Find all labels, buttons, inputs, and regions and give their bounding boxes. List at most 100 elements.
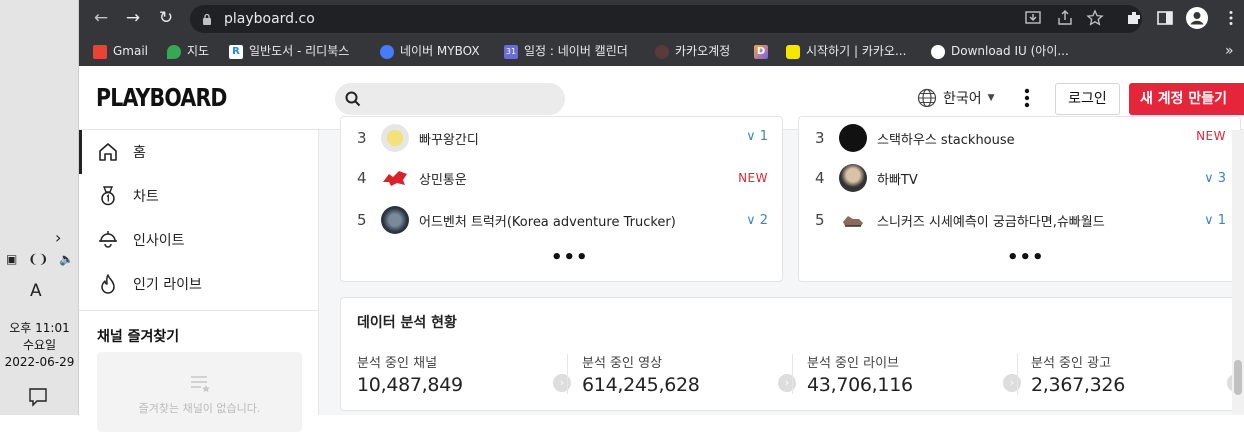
page-content: PLAYBOARD 한국어 ▼ 로그인 새 계정 만들기 홈 차트 인사이트 인… <box>79 66 1244 432</box>
channel-name: 상민통운 <box>419 172 467 188</box>
stats-card: 데이터 분석 현황 분석 중인 채널 10,487,849 › 분석 중인 영상… <box>340 297 1244 411</box>
bookmark-maps[interactable]: 지도 <box>167 37 209 66</box>
notification-icon[interactable] <box>26 386 50 408</box>
signup-button[interactable]: 새 계정 만들기 <box>1129 83 1244 115</box>
kakao-account-icon <box>655 44 669 59</box>
show-hidden-icons-chevron-icon[interactable]: › <box>55 228 61 247</box>
bookmark-kakao-start[interactable]: 시작하기 | 카카오... <box>786 37 906 66</box>
browser-menu-icon[interactable] <box>1222 9 1240 27</box>
chevron-down-icon: ∨ <box>746 213 756 228</box>
channel-name: 스니커즈 시세예측이 궁금하다면,슈빠월드 <box>877 214 1105 230</box>
ranking-card-left: 3 빠꾸왕간디 ∨ 1 4 상민통운 NEW 5 어드벤처 트럭커(Korea … <box>340 116 783 282</box>
reload-button[interactable]: ↻ <box>156 8 176 28</box>
more-button[interactable]: ••• <box>1007 247 1045 268</box>
forward-button[interactable]: → <box>123 8 143 28</box>
extensions-icon[interactable] <box>1125 9 1143 27</box>
chevron-down-icon: ∨ <box>1204 213 1214 228</box>
lock-icon <box>203 13 211 25</box>
sidebar-item-popular-live[interactable]: 인기 라이브 <box>79 262 319 306</box>
stat-divider <box>1017 354 1018 394</box>
stat-label: 분석 중인 광고 <box>1031 356 1112 371</box>
more-menu-icon[interactable] <box>1024 88 1030 108</box>
ranking-row[interactable]: 4 상민통운 <box>357 157 467 199</box>
gmail-icon <box>93 44 107 59</box>
medal-icon <box>101 186 115 206</box>
search-icon <box>345 91 361 107</box>
windows-taskbar: › ▣ ❨❩ 🔈 A 오후 11:01 수요일 2022-06-29 <box>0 0 79 415</box>
stats-title: 데이터 분석 현황 <box>357 315 457 331</box>
bookmark-download-iu[interactable]: Download IU (아이... <box>931 37 1069 66</box>
clock-weekday: 수요일 <box>22 338 57 352</box>
channel-name: 하빠TV <box>877 172 918 188</box>
profile-avatar-icon[interactable] <box>1186 7 1208 29</box>
volume-icon[interactable]: 🔈 <box>59 252 74 266</box>
share-icon[interactable] <box>1056 9 1074 27</box>
scrollbar-thumb[interactable] <box>1234 360 1242 395</box>
channel-avatar <box>381 124 409 152</box>
taskbar-clock[interactable]: 오후 11:01 수요일 2022-06-29 <box>0 320 79 371</box>
rank-change-new: NEW <box>1196 129 1226 143</box>
channel-avatar <box>839 206 867 234</box>
ranking-row[interactable]: 5 스니커즈 시세예측이 궁금하다면,슈빠월드 <box>815 199 1105 241</box>
site-logo[interactable]: PLAYBOARD <box>96 83 227 112</box>
bookmark-calendar[interactable]: 31 일정 : 네이버 캘린더 <box>504 37 628 66</box>
sidebar-item-insight[interactable]: 인사이트 <box>79 218 319 262</box>
more-button[interactable]: ••• <box>551 247 589 268</box>
meet-now-icon[interactable]: ▣ <box>6 252 17 266</box>
sidebar-divider <box>79 310 319 311</box>
page-scrollbar[interactable] <box>1232 130 1244 415</box>
ranking-row[interactable]: 3 빠꾸왕간디 <box>357 117 479 159</box>
ranking-row[interactable]: 3 스택하우스 stackhouse <box>815 117 1015 159</box>
system-tray: ▣ ❨❩ 🔈 <box>6 252 74 266</box>
bookmark-d[interactable]: D <box>754 37 768 66</box>
address-bar[interactable]: playboard.co <box>190 5 1142 33</box>
bookmark-kakao-account[interactable]: 카카오계정 <box>655 37 730 66</box>
side-panel-icon[interactable] <box>1156 9 1174 27</box>
stat-value: 10,487,849 <box>357 374 463 396</box>
chevron-right-icon[interactable]: › <box>778 374 796 392</box>
sidebar-item-home[interactable]: 홈 <box>79 130 319 174</box>
channel-avatar <box>381 206 409 234</box>
globe-icon <box>931 44 945 59</box>
search-input[interactable] <box>335 83 565 115</box>
stat-ads[interactable]: 분석 중인 광고 2,367,326 › <box>1031 352 1244 396</box>
favorites-title: 채널 즐겨찾기 <box>97 329 180 345</box>
stat-videos[interactable]: 분석 중인 영상 614,245,628 › <box>582 352 802 396</box>
channel-avatar <box>381 164 409 192</box>
favorites-empty-box: 즐겨찾는 채널이 없습니다. <box>97 352 302 432</box>
install-app-icon[interactable] <box>1024 9 1042 27</box>
rank-change-up: ∨ 2 <box>746 213 768 228</box>
channel-name: 스택하우스 stackhouse <box>877 132 1015 148</box>
chevron-down-icon: ∨ <box>1204 171 1214 186</box>
ranking-row[interactable]: 4 하빠TV <box>815 157 918 199</box>
login-button[interactable]: 로그인 <box>1055 83 1120 115</box>
language-selector[interactable]: 한국어 ▼ <box>917 88 995 108</box>
sidebar-item-chart[interactable]: 차트 <box>79 174 319 218</box>
d-icon: D <box>754 44 768 59</box>
bookmark-gmail[interactable]: Gmail <box>93 37 148 66</box>
bookmark-mybox[interactable]: 네이버 MYBOX <box>380 37 480 66</box>
ranking-row[interactable]: 5 어드벤처 트럭커(Korea adventure Trucker) <box>357 199 676 241</box>
chevron-right-icon[interactable]: › <box>1003 374 1021 392</box>
rank-change-new: NEW <box>738 171 768 185</box>
stat-lives[interactable]: 분석 중인 라이브 43,706,116 › <box>807 352 1027 396</box>
rank-change-up: ∨ 1 <box>1204 213 1226 228</box>
bookmark-ridibooks[interactable]: R 일반도서 - 리디북스 <box>229 37 349 66</box>
ranking-card-right: 3 스택하우스 stackhouse NEW 4 하빠TV ∨ 3 5 스니커즈… <box>798 116 1241 282</box>
channel-name: 빠꾸왕간디 <box>419 132 479 148</box>
back-button[interactable]: ← <box>91 8 111 28</box>
ime-indicator[interactable]: A <box>30 281 42 301</box>
chevron-right-icon[interactable]: › <box>553 374 571 392</box>
channel-avatar <box>839 124 867 152</box>
bookmark-star-icon[interactable] <box>1086 9 1104 27</box>
stat-value: 43,706,116 <box>807 374 913 396</box>
stat-divider <box>567 354 568 394</box>
channel-avatar <box>839 164 867 192</box>
wifi-icon[interactable]: ❨❩ <box>28 252 48 266</box>
ridibooks-icon: R <box>229 44 243 59</box>
more-bookmarks-button[interactable]: » <box>1225 37 1234 66</box>
rank-change-up: ∨ 1 <box>746 129 768 144</box>
calendar-icon: 31 <box>504 44 518 59</box>
caret-down-icon: ▼ <box>987 93 995 103</box>
stat-channels[interactable]: 분석 중인 채널 10,487,849 › <box>357 352 577 396</box>
